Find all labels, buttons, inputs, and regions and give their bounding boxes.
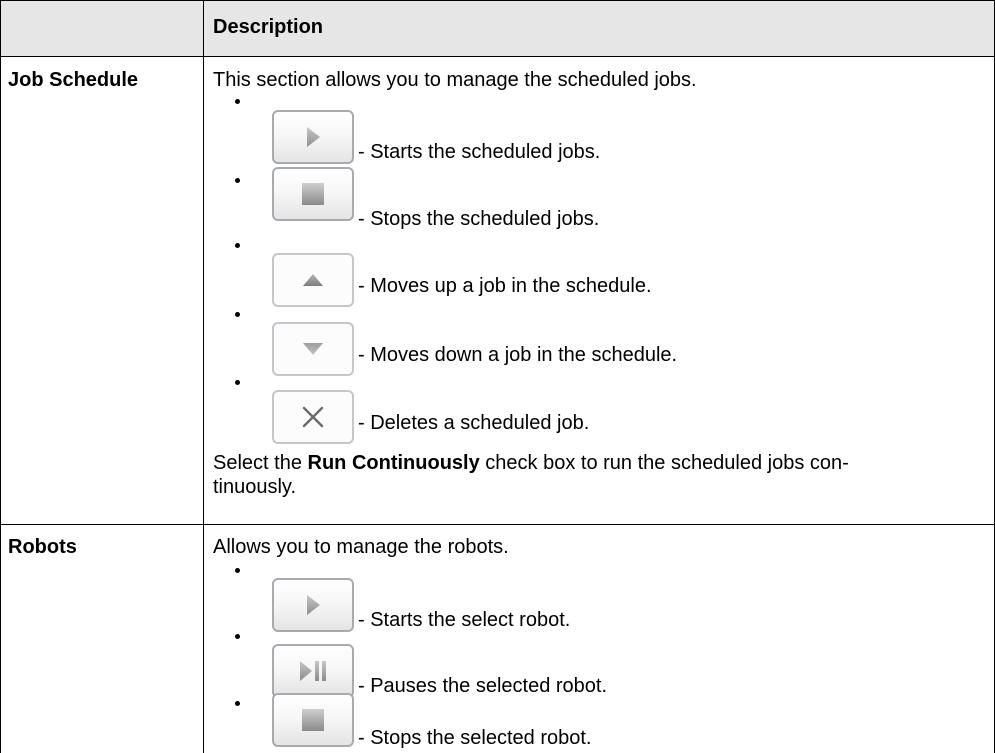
play-icon	[307, 127, 320, 147]
column-divider	[203, 0, 204, 753]
bullet	[235, 568, 240, 573]
delete-icon	[302, 406, 324, 428]
pause-robot-desc: - Pauses the selected robot.	[358, 675, 608, 697]
header-description: Description	[213, 16, 324, 38]
robots-intro: Allows you to manage the robots.	[213, 536, 509, 558]
move-up-icon	[303, 274, 323, 286]
table-border-left	[0, 0, 1, 753]
row-label-robots: Robots	[8, 536, 77, 558]
bullet	[235, 99, 240, 104]
start-jobs-desc: - Starts the scheduled jobs.	[358, 141, 601, 163]
move-down-desc: - Moves down a job in the schedule.	[358, 344, 678, 366]
note-suffix: check box to run the scheduled jobs con-	[479, 452, 849, 474]
stop-jobs-desc: - Stops the scheduled jobs.	[358, 208, 600, 230]
bullet	[235, 380, 240, 385]
pause-robot-button[interactable]	[272, 644, 354, 698]
play-icon	[307, 595, 320, 615]
move-down-button[interactable]	[272, 322, 354, 376]
stop-icon	[302, 709, 324, 731]
description-table: Description Job Schedule This section al…	[0, 0, 995, 753]
move-down-icon	[303, 343, 323, 355]
start-robot-desc: - Starts the select robot.	[358, 609, 571, 631]
move-up-desc: - Moves up a job in the schedule.	[358, 275, 652, 297]
delete-job-button[interactable]	[272, 390, 354, 444]
table-header-row	[0, 0, 995, 56]
stop-robot-button[interactable]	[272, 693, 354, 747]
row-label-job-schedule: Job Schedule	[8, 69, 139, 91]
note-bold-run-continuously: Run Continuously	[307, 452, 480, 474]
table-border-top	[0, 0, 995, 1]
row-divider	[0, 524, 995, 525]
note-line-2: tinuously.	[213, 476, 297, 498]
delete-job-desc: - Deletes a scheduled job.	[358, 412, 590, 434]
bullet	[235, 243, 240, 248]
bullet	[235, 178, 240, 183]
stop-robot-desc: - Stops the selected robot.	[358, 727, 592, 749]
job-schedule-intro: This section allows you to manage the sc…	[213, 69, 697, 91]
note-prefix: Select the	[213, 452, 308, 474]
stop-jobs-button[interactable]	[272, 167, 354, 221]
pause-icon	[300, 661, 326, 681]
stop-icon	[302, 183, 324, 205]
run-continuously-note: Select the Run Continuously check box to…	[213, 452, 849, 475]
move-up-button[interactable]	[272, 253, 354, 307]
start-robot-button[interactable]	[272, 578, 354, 632]
bullet	[235, 312, 240, 317]
bullet	[235, 701, 240, 706]
header-divider	[0, 56, 995, 57]
bullet	[235, 634, 240, 639]
start-jobs-button[interactable]	[272, 110, 354, 164]
